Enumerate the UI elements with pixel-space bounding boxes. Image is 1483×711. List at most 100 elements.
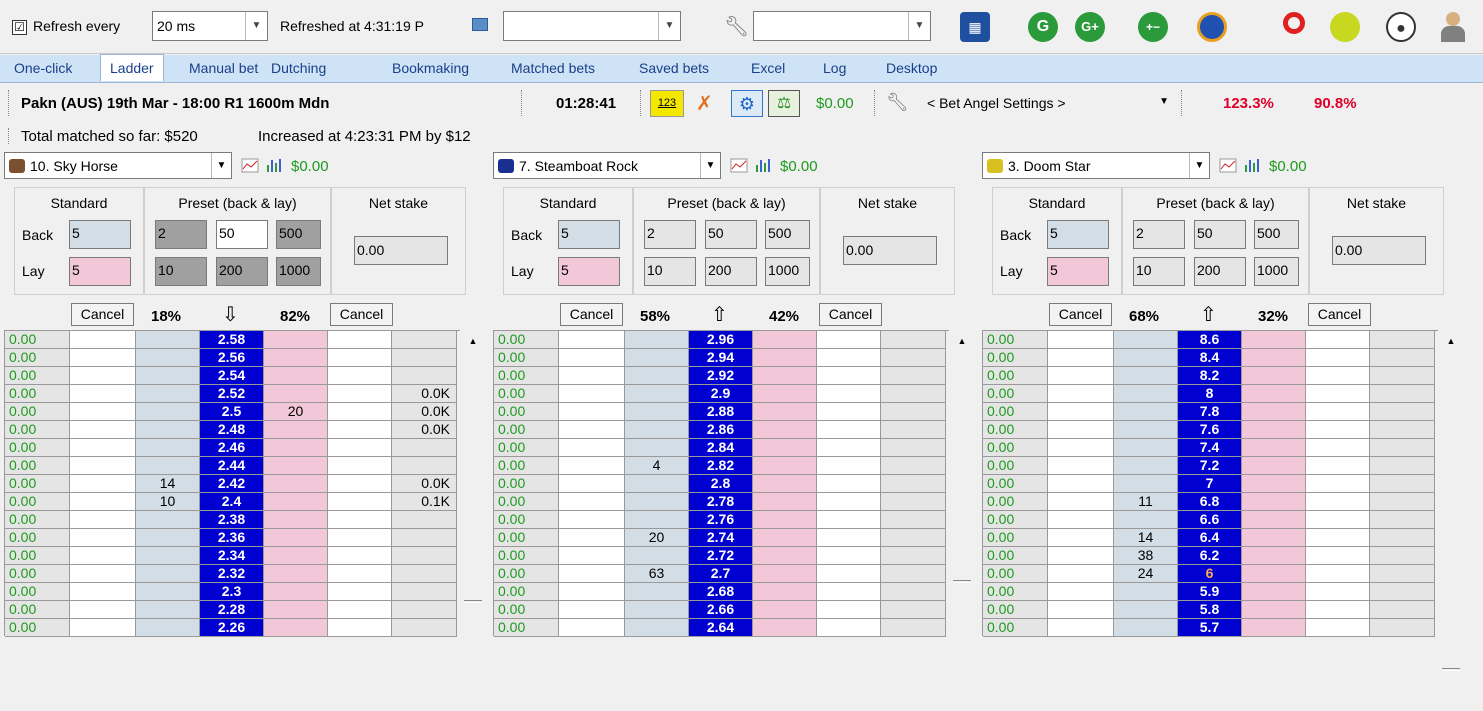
- toolbar-grip[interactable]: [521, 90, 523, 116]
- back-order-cell[interactable]: [559, 619, 625, 637]
- lay-order-cell[interactable]: [1306, 601, 1370, 619]
- g-plus-icon[interactable]: G+: [1075, 12, 1105, 42]
- price-cell[interactable]: 6: [1178, 565, 1242, 583]
- back-order-cell[interactable]: [70, 331, 136, 349]
- price-cell[interactable]: 2.38: [200, 511, 264, 529]
- lay-order-cell[interactable]: [328, 511, 392, 529]
- chart-icon[interactable]: [1219, 157, 1237, 173]
- lay-order-cell[interactable]: [817, 331, 881, 349]
- price-cell[interactable]: 2.74: [689, 529, 753, 547]
- tab-manual-bet[interactable]: Manual bet: [189, 60, 258, 76]
- preset-button[interactable]: 1000: [765, 257, 810, 286]
- back-order-cell[interactable]: [559, 511, 625, 529]
- settings-select[interactable]: < Bet Angel Settings > ▼: [915, 90, 1173, 118]
- price-cell[interactable]: 2.9: [689, 385, 753, 403]
- user-icon[interactable]: [1440, 12, 1466, 42]
- price-cell[interactable]: 2.52: [200, 385, 264, 403]
- lay-order-cell[interactable]: [1306, 565, 1370, 583]
- back-order-cell[interactable]: [70, 583, 136, 601]
- cancel-back-button[interactable]: Cancel: [1049, 303, 1112, 326]
- price-cell[interactable]: 2.94: [689, 349, 753, 367]
- price-cell[interactable]: 2.7: [689, 565, 753, 583]
- price-cell[interactable]: 2.26: [200, 619, 264, 637]
- lay-order-cell[interactable]: [817, 511, 881, 529]
- back-order-cell[interactable]: [559, 331, 625, 349]
- tab-dutching[interactable]: Dutching: [271, 60, 326, 76]
- back-order-cell[interactable]: [1048, 493, 1114, 511]
- runner-select[interactable]: 3. Doom Star ▼: [982, 152, 1210, 179]
- back-order-cell[interactable]: [1048, 583, 1114, 601]
- price-cell[interactable]: 2.3: [200, 583, 264, 601]
- price-cell[interactable]: 2.8: [689, 475, 753, 493]
- numbered-icon[interactable]: 123: [650, 90, 684, 117]
- tab-desktop[interactable]: Desktop: [886, 60, 937, 76]
- back-order-cell[interactable]: [559, 565, 625, 583]
- back-order-cell[interactable]: [559, 385, 625, 403]
- preset-button[interactable]: 500: [765, 220, 810, 249]
- price-cell[interactable]: 8.4: [1178, 349, 1242, 367]
- pin-icon[interactable]: [1283, 12, 1305, 34]
- back-order-cell[interactable]: [559, 349, 625, 367]
- price-cell[interactable]: 2.86: [689, 421, 753, 439]
- preset-button[interactable]: 200: [1194, 257, 1246, 286]
- price-cell[interactable]: 7.6: [1178, 421, 1242, 439]
- lay-order-cell[interactable]: [1306, 385, 1370, 403]
- lay-order-cell[interactable]: [1306, 421, 1370, 439]
- balance-icon[interactable]: ⚖: [768, 90, 800, 117]
- lay-order-cell[interactable]: [817, 565, 881, 583]
- price-cell[interactable]: 7.8: [1178, 403, 1242, 421]
- toolbar-combo-1[interactable]: ▼: [503, 11, 681, 41]
- preset-button[interactable]: 200: [705, 257, 757, 286]
- chevron-down-icon[interactable]: ▼: [211, 153, 231, 178]
- tab-log[interactable]: Log: [823, 60, 846, 76]
- back-order-cell[interactable]: [1048, 403, 1114, 421]
- lay-order-cell[interactable]: [1306, 529, 1370, 547]
- tab-ladder[interactable]: Ladder: [100, 54, 164, 81]
- lay-order-cell[interactable]: [817, 547, 881, 565]
- back-order-cell[interactable]: [1048, 601, 1114, 619]
- price-cell[interactable]: 6.4: [1178, 529, 1242, 547]
- back-order-cell[interactable]: [1048, 475, 1114, 493]
- lay-order-cell[interactable]: [328, 349, 392, 367]
- back-order-cell[interactable]: [1048, 511, 1114, 529]
- back-order-cell[interactable]: [1048, 565, 1114, 583]
- lay-order-cell[interactable]: [328, 565, 392, 583]
- back-order-cell[interactable]: [559, 475, 625, 493]
- lay-order-cell[interactable]: [817, 385, 881, 403]
- back-stake-input[interactable]: 5: [558, 220, 620, 249]
- price-cell[interactable]: 5.7: [1178, 619, 1242, 637]
- lay-order-cell[interactable]: [328, 583, 392, 601]
- preset-button[interactable]: 50: [216, 220, 268, 249]
- ladder-scrollbar[interactable]: ▲: [953, 330, 971, 711]
- monitor-icon[interactable]: [472, 18, 488, 31]
- back-order-cell[interactable]: [70, 493, 136, 511]
- back-order-cell[interactable]: [1048, 367, 1114, 385]
- back-order-cell[interactable]: [1048, 619, 1114, 637]
- cancel-lay-button[interactable]: Cancel: [330, 303, 393, 326]
- back-order-cell[interactable]: [1048, 439, 1114, 457]
- lay-order-cell[interactable]: [328, 493, 392, 511]
- lay-order-cell[interactable]: [817, 421, 881, 439]
- g-icon[interactable]: G: [1028, 12, 1058, 42]
- lay-stake-input[interactable]: 5: [1047, 257, 1109, 286]
- price-cell[interactable]: 2.36: [200, 529, 264, 547]
- preset-button[interactable]: 2: [644, 220, 696, 249]
- back-order-cell[interactable]: [70, 547, 136, 565]
- soccer-ball-icon[interactable]: ●: [1386, 12, 1416, 42]
- back-order-cell[interactable]: [1048, 349, 1114, 367]
- volume-chart-icon[interactable]: [1244, 157, 1262, 173]
- back-order-cell[interactable]: [70, 565, 136, 583]
- lay-order-cell[interactable]: [1306, 619, 1370, 637]
- back-order-cell[interactable]: [1048, 547, 1114, 565]
- back-order-cell[interactable]: [70, 601, 136, 619]
- price-cell[interactable]: 7: [1178, 475, 1242, 493]
- back-order-cell[interactable]: [1048, 457, 1114, 475]
- price-cell[interactable]: 2.44: [200, 457, 264, 475]
- price-cell[interactable]: 2.84: [689, 439, 753, 457]
- price-cell[interactable]: 2.54: [200, 367, 264, 385]
- gear-icon[interactable]: ⚙: [731, 90, 763, 117]
- price-cell[interactable]: 2.66: [689, 601, 753, 619]
- back-order-cell[interactable]: [559, 421, 625, 439]
- price-cell[interactable]: 2.96: [689, 331, 753, 349]
- preset-button[interactable]: 2: [155, 220, 207, 249]
